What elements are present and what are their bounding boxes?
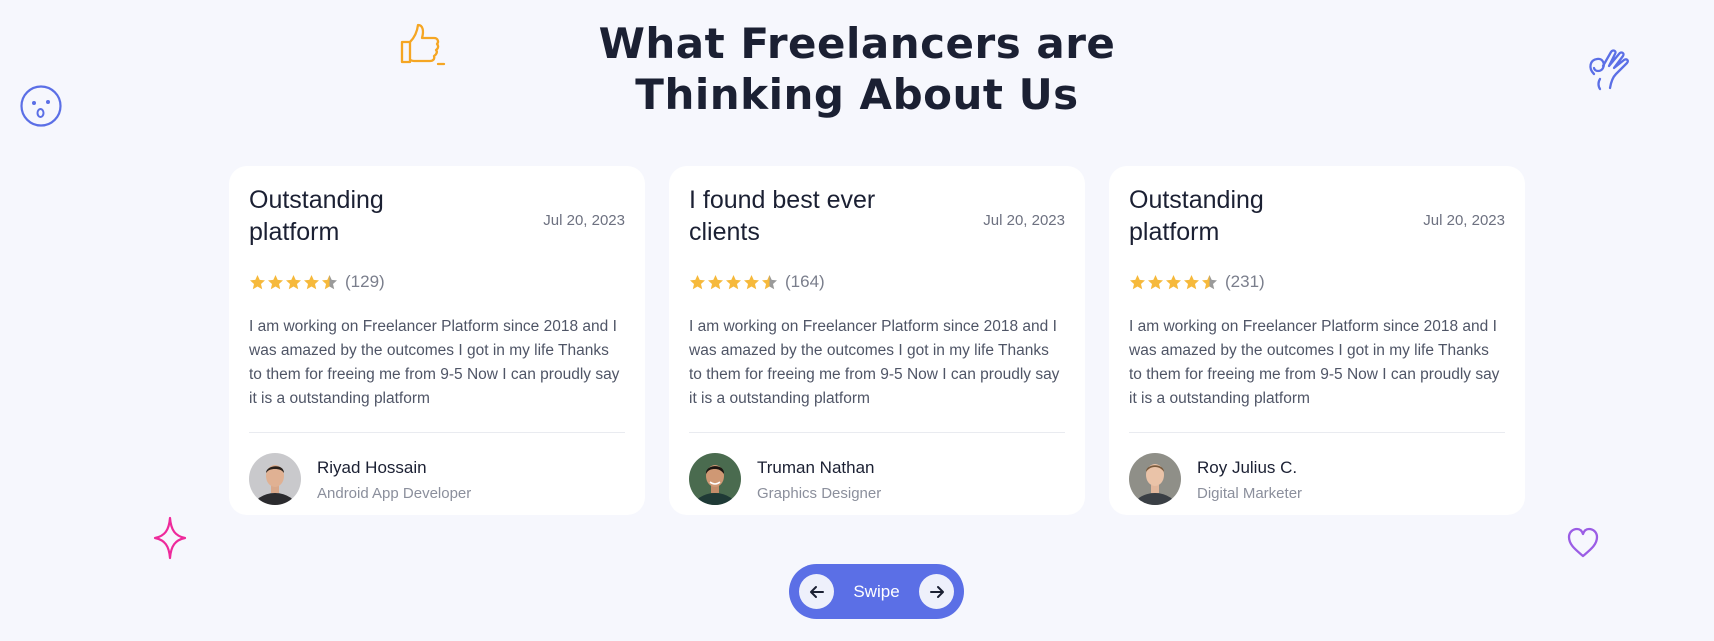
author: Riyad Hossain Android App Developer [249, 453, 625, 505]
star-icon [1202, 274, 1217, 289]
testimonial-card: Outstanding platform Jul 20, 2023 (231) … [1109, 166, 1525, 515]
star-icon [250, 274, 265, 289]
heading-line-2: Thinking About Us [635, 70, 1079, 119]
swipe-label: Swipe [853, 581, 900, 601]
star-icon [744, 274, 759, 289]
author-name: Riyad Hossain [317, 457, 427, 477]
star-icon [726, 274, 741, 289]
rating: (231) [1129, 271, 1505, 293]
divider [249, 432, 625, 433]
testimonial-card: I found best ever clients Jul 20, 2023 (… [669, 166, 1085, 515]
avatar [689, 453, 741, 505]
section-heading: What Freelancers are Thinking About Us [0, 18, 1714, 120]
star-icon [1166, 274, 1181, 289]
next-button[interactable] [919, 574, 954, 609]
divider [1129, 432, 1505, 433]
avatar [249, 453, 301, 505]
author: Truman Nathan Graphics Designer [689, 453, 1065, 505]
author-name: Truman Nathan [757, 457, 875, 477]
avatar [1129, 453, 1181, 505]
star-icon [286, 274, 301, 289]
sparkle-icon [153, 516, 187, 560]
author-role: Graphics Designer [757, 484, 882, 502]
star-icon [762, 274, 777, 289]
card-title: Outstanding platform [249, 186, 384, 246]
testimonial-card: Outstanding platform Jul 20, 2023 (129) … [229, 166, 645, 515]
card-title: I found best ever clients [689, 186, 876, 246]
card-date: Jul 20, 2023 [983, 212, 1065, 229]
review-count: (231) [1225, 272, 1265, 291]
previous-button[interactable] [799, 574, 834, 609]
rating: (164) [689, 271, 1065, 293]
star-icon [304, 274, 319, 289]
review-count: (129) [345, 272, 385, 291]
review-count: (164) [785, 272, 825, 291]
testimonial-text: I am working on Freelancer Platform sinc… [1129, 318, 1500, 407]
author-role: Android App Developer [317, 484, 472, 502]
star-icon [1148, 274, 1163, 289]
star-icon [322, 274, 337, 289]
star-rating [689, 274, 778, 291]
star-rating [249, 274, 338, 291]
card-title: Outstanding platform [1129, 186, 1264, 246]
thumbs-up-icon [400, 23, 446, 66]
heading-line-1: What Freelancers are [598, 19, 1116, 68]
card-date: Jul 20, 2023 [1423, 212, 1505, 229]
ok-hand-icon [1589, 49, 1629, 91]
star-icon [690, 274, 705, 289]
author: Roy Julius C. Digital Marketer [1129, 453, 1505, 505]
author-name: Roy Julius C. [1197, 457, 1298, 477]
swipe-control: Swipe [789, 564, 964, 619]
rating: (129) [249, 271, 625, 293]
star-icon [1130, 274, 1145, 289]
star-icon [268, 274, 283, 289]
author-role: Digital Marketer [1197, 484, 1303, 502]
arrow-right-icon [929, 585, 944, 598]
arrow-left-icon [809, 585, 824, 598]
testimonial-text: I am working on Freelancer Platform sinc… [689, 318, 1060, 407]
star-icon [1184, 274, 1199, 289]
heart-icon [1567, 527, 1599, 558]
divider [689, 432, 1065, 433]
testimonial-text: I am working on Freelancer Platform sinc… [249, 318, 620, 407]
testimonials-section: What Freelancers are Thinking About Us O… [0, 0, 1714, 641]
card-date: Jul 20, 2023 [543, 212, 625, 229]
star-icon [708, 274, 723, 289]
surprised-face-icon [20, 85, 62, 127]
star-rating [1129, 274, 1218, 291]
